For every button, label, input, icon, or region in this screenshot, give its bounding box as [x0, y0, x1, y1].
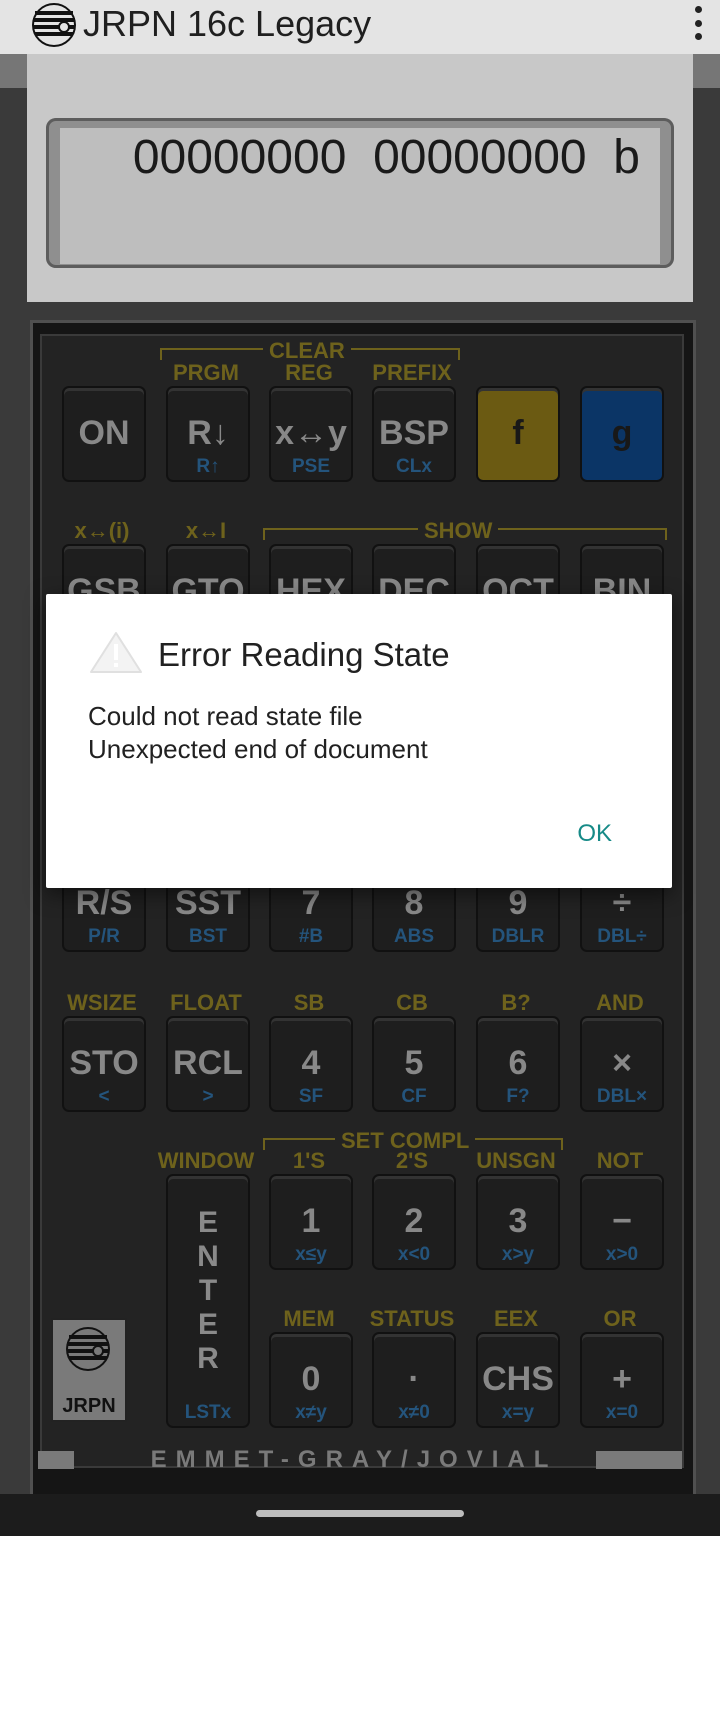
dialog-message-line-1: Could not read state file	[88, 701, 363, 731]
dialog-message: Could not read state file Unexpected end…	[88, 700, 428, 766]
dialog-message-line-2: Unexpected end of document	[88, 734, 428, 764]
ok-button[interactable]: OK	[577, 820, 612, 848]
warning-icon	[90, 632, 142, 673]
error-dialog: Error Reading State Could not read state…	[46, 594, 672, 888]
dialog-title: Error Reading State	[158, 636, 450, 673]
